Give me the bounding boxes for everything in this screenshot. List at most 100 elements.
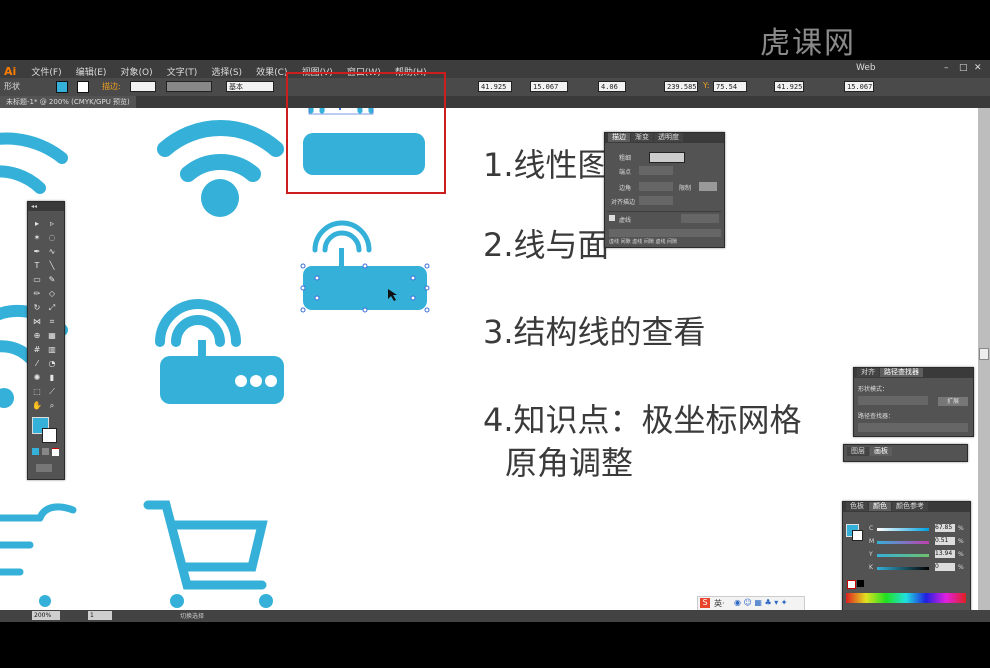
ime-logo-icon[interactable]: S [700,598,710,608]
limit-field[interactable] [699,182,717,191]
h-field[interactable]: 15.067 mm [844,81,874,102]
w2-field[interactable]: 41.925 [774,81,804,92]
dash-fields[interactable] [609,229,721,237]
tab-transparency[interactable]: 透明度 [654,133,683,142]
selected-rounded-rectangle[interactable] [303,266,427,310]
close-icon[interactable]: ✕ [970,60,987,73]
y-field[interactable]: 75.54 mm [713,81,747,102]
channel-k-value[interactable]: 0 [935,563,955,571]
stroke-style-field[interactable]: 基本 [226,81,274,92]
tab-color-guide[interactable]: 颜色参考 [892,502,928,511]
mesh-icon[interactable]: # [32,345,42,355]
color-mode-icon[interactable] [32,448,39,455]
width-tool-icon[interactable]: ⋈ [32,317,42,327]
lasso-icon[interactable]: ◌ [47,233,57,243]
expand-button[interactable]: 扩展 [938,397,968,406]
fill-swatch[interactable] [56,81,68,93]
channel-m-value[interactable]: 0.51 [935,537,955,545]
tab-pathfinder[interactable]: 路径查找器 [880,368,923,377]
none-swatch[interactable] [847,580,856,589]
shape-builder-icon[interactable]: ⊕ [32,331,42,341]
rectangle-tool-icon[interactable]: ▭ [32,275,42,285]
magic-wand-icon[interactable]: ✶ [32,233,42,243]
tab-gradient[interactable]: 渐变 [631,133,653,142]
tab-artboards[interactable]: 画板 [870,447,892,456]
selection-tool-icon[interactable]: ▸ [32,219,42,229]
ime-toolbar[interactable]: S 英· ◉ ☺ ▦ ♣ ▾ ✦ [697,596,805,611]
screen-mode-icon[interactable] [36,464,52,472]
align-stroke-buttons[interactable] [639,196,673,205]
artboard-tool-icon[interactable]: ⬚ [32,387,42,397]
shape-mode-buttons[interactable] [858,396,928,405]
color-spectrum[interactable] [846,593,966,603]
eraser-icon[interactable]: ◇ [47,289,57,299]
artboard-field[interactable]: 1 [88,611,112,620]
rotate-icon[interactable]: ↻ [32,303,42,313]
tab-layers[interactable]: 图层 [847,447,869,456]
channel-y-value[interactable]: 13.94 [935,550,955,558]
gradient-mode-icon[interactable] [42,448,49,455]
channel-c-slider[interactable] [877,528,929,531]
channel-m-slider[interactable] [877,541,929,544]
weight-field[interactable] [649,152,685,163]
document-tab[interactable]: 未标题-1* @ 200% (CMYK/GPU 预览) [0,96,136,108]
scale-icon[interactable]: ⤢ [47,303,57,313]
channel-y-slider[interactable] [877,554,929,557]
heading-2: 2.线与面 [483,226,610,264]
tab-stroke[interactable]: 描边 [608,133,630,142]
eyedropper-icon[interactable]: ⁄ [32,359,42,369]
menu-file[interactable]: 文件(F) [27,62,66,78]
menu-edit[interactable]: 编辑(E) [72,62,112,78]
ime-tools-icon[interactable]: ◉ ☺ ▦ ♣ ▾ ✦ [734,598,787,607]
stroke-weight-field[interactable] [130,81,156,92]
menu-type[interactable]: 文字(T) [163,62,203,78]
perspective-grid-icon[interactable]: ▦ [47,331,57,341]
paintbrush-icon[interactable]: ✎ [47,275,57,285]
corner-buttons[interactable] [639,182,673,191]
corner-radius-field[interactable]: 4.06 mm [598,81,626,102]
vertical-scrollbar[interactable] [978,108,990,610]
tools-panel-header[interactable]: ◂◂ [28,202,64,211]
free-transform-icon[interactable]: ⌗ [47,317,57,327]
dash-label-2: 虚线 [632,239,643,245]
menu-select[interactable]: 选择(S) [207,62,247,78]
cap-buttons[interactable] [639,166,673,175]
channel-c-value[interactable]: 67.85 [935,524,955,532]
x-field[interactable]: 41.925 mm [478,81,512,102]
variable-width-field[interactable] [166,81,212,92]
pathfinder-buttons[interactable] [858,423,968,432]
stroke-swatch[interactable] [77,81,89,93]
stroke-color-swatch[interactable] [42,428,57,443]
type-tool-icon[interactable]: T [32,261,42,271]
blend-icon[interactable]: ◔ [47,359,57,369]
channel-k-slider[interactable] [877,567,929,570]
column-graph-icon[interactable]: ▮ [47,373,57,383]
direct-selection-tool-icon[interactable]: ▹ [47,219,57,229]
symbol-sprayer-icon[interactable]: ✺ [32,373,42,383]
slice-tool-icon[interactable]: ⟋ [47,387,57,397]
zoom-tool-icon[interactable]: ⌕ [47,401,57,411]
x2-field[interactable]: 239.585 [664,81,698,92]
minimize-icon[interactable]: – [940,60,954,73]
tab-align[interactable]: 对齐 [857,368,879,377]
workspace-switcher[interactable]: Web [852,60,881,73]
tab-color[interactable]: 颜色 [869,502,891,511]
width-field[interactable]: 15.067 mm [530,81,568,102]
ime-mode-icon[interactable]: 英· [714,598,725,609]
none-mode-icon[interactable] [52,448,59,456]
black-swatch[interactable] [857,580,864,587]
dash-align-buttons[interactable] [681,214,719,223]
tab-swatches[interactable]: 色板 [846,502,868,511]
gradient-icon[interactable]: ▥ [47,345,57,355]
channel-y-label: Y [869,551,873,558]
curvature-tool-icon[interactable]: ∿ [47,247,57,257]
pen-tool-icon[interactable]: ✒ [32,247,42,257]
dashed-checkbox[interactable] [609,215,615,221]
pencil-icon[interactable]: ✏ [32,289,42,299]
menu-object[interactable]: 对象(O) [117,62,158,78]
zoom-field[interactable]: 200% [32,611,60,620]
line-tool-icon[interactable]: ╲ [47,261,57,271]
panel-stroke-swatch[interactable] [852,530,863,541]
hand-tool-icon[interactable]: ✋ [32,401,42,411]
scroll-thumb[interactable] [979,348,989,360]
